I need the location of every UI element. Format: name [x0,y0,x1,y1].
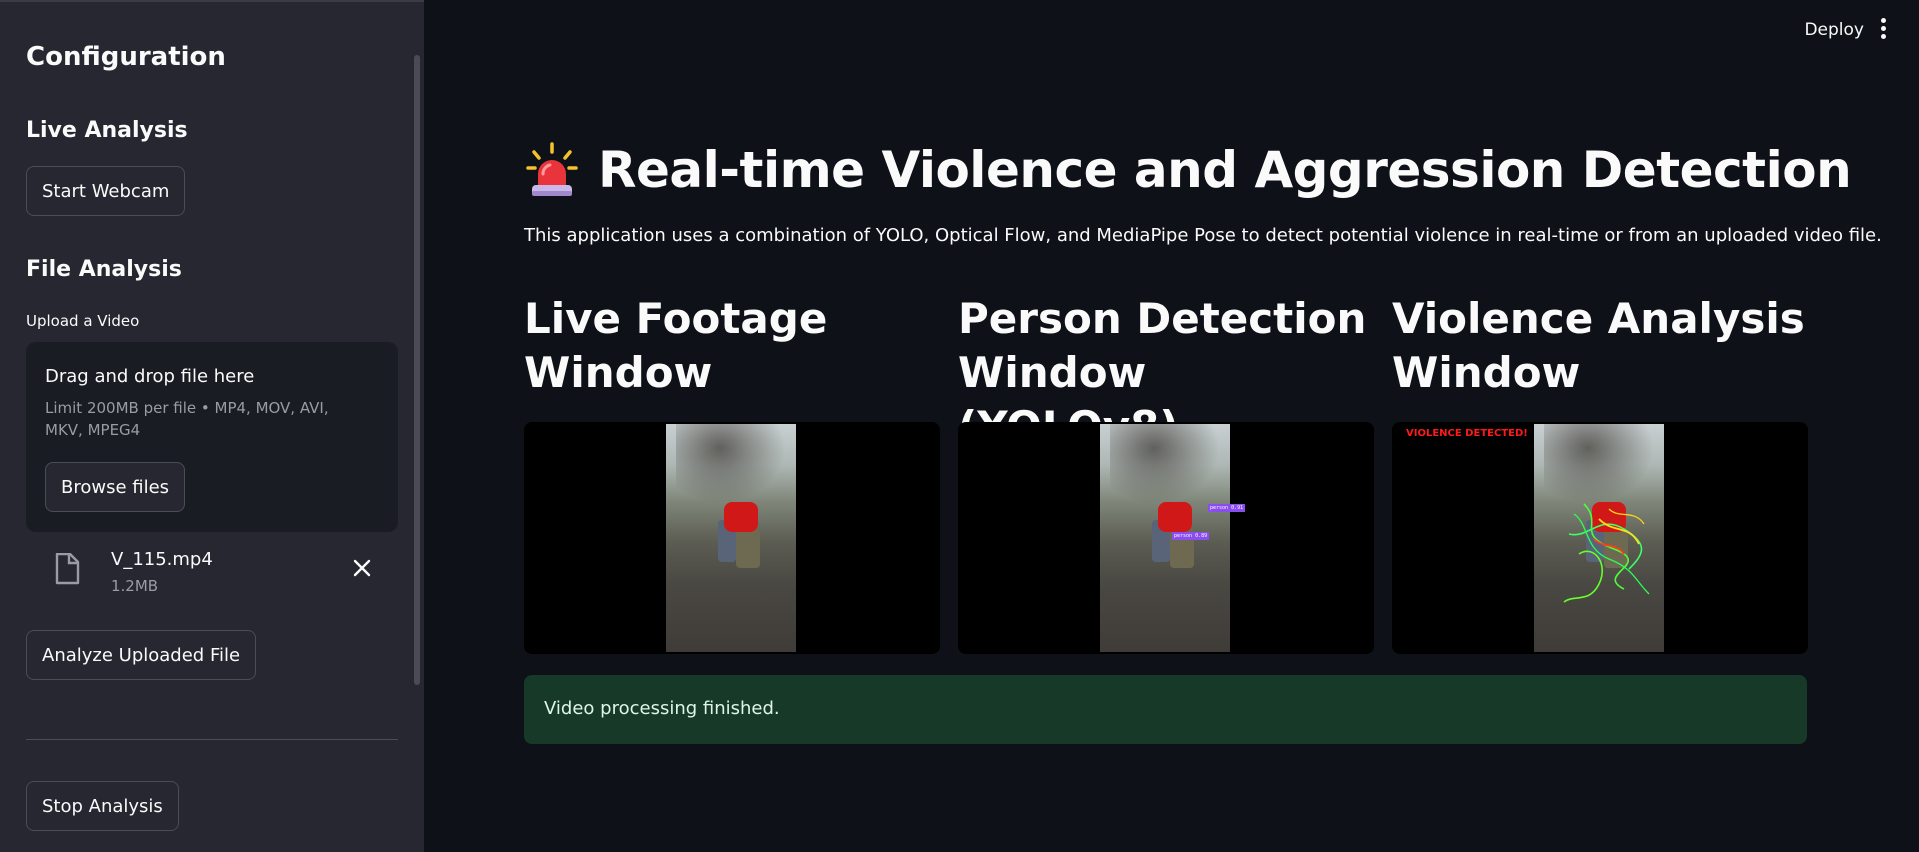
person-detection-video: person 0.91 person 0.89 [958,422,1374,654]
sidebar-divider [26,739,398,740]
sidebar-title: Configuration [26,42,226,72]
analyze-uploaded-file-button[interactable]: Analyze Uploaded File [26,630,257,680]
bbox-label: person 0.91 [1208,504,1246,512]
uploaded-file-row: V_115.mp4 1.2MB [26,545,398,605]
dropzone-limit: Limit 200MB per file • MP4, MOV, AVI, MK… [45,399,329,439]
sidebar-top-border [0,0,424,2]
live-footage-title: Live Footage Window [524,294,828,397]
live-footage-column: Live Footage Window [524,292,940,654]
uploaded-file-name: V_115.mp4 [111,549,213,570]
kebab-menu-icon[interactable] [1881,18,1887,40]
violence-analysis-column: Violence Analysis Window VIOLENCE DETECT… [1392,292,1808,654]
sidebar-scrollbar[interactable] [414,55,420,685]
bbox-label: person 0.89 [1172,532,1210,540]
remove-file-icon[interactable] [351,557,373,579]
dropzone-title: Drag and drop file here [45,366,255,387]
upload-label: Upload a Video [26,312,140,330]
page-title: Real-time Violence and Aggression Detect… [598,141,1852,199]
file-icon [55,553,80,585]
stop-analysis-button[interactable]: Stop Analysis [26,781,179,831]
violence-analysis-title: Violence Analysis Window [1392,294,1805,397]
siren-icon [526,142,578,196]
start-webcam-button[interactable]: Start Webcam [26,166,186,216]
video-frame [1534,424,1664,652]
file-analysis-heading: File Analysis [26,257,182,282]
video-frame: person 0.91 person 0.89 [1100,424,1246,652]
sidebar: Configuration Live Analysis Start Webcam… [0,0,424,852]
video-frame [666,424,796,652]
main-content: Real-time Violence and Aggression Detect… [524,0,1882,852]
live-analysis-heading: Live Analysis [26,118,188,143]
violence-detected-label: VIOLENCE DETECTED! [1406,428,1528,439]
file-dropzone[interactable]: Drag and drop file here Limit 200MB per … [26,342,398,532]
status-message: Video processing finished. [544,698,780,719]
live-footage-video [524,422,940,654]
browse-files-button[interactable]: Browse files [45,462,186,512]
violence-analysis-video: VIOLENCE DETECTED! [1392,422,1808,654]
success-alert: Video processing finished. [524,675,1807,744]
deploy-button[interactable]: Deploy [1804,20,1864,40]
page-header: Real-time Violence and Aggression Detect… [524,138,1852,202]
optical-flow-overlay [1563,503,1650,603]
page-description: This application uses a combination of Y… [524,225,1882,246]
uploaded-file-size: 1.2MB [111,577,159,595]
person-detection-column: Person Detection Window (YOLOv8) person … [958,292,1374,654]
